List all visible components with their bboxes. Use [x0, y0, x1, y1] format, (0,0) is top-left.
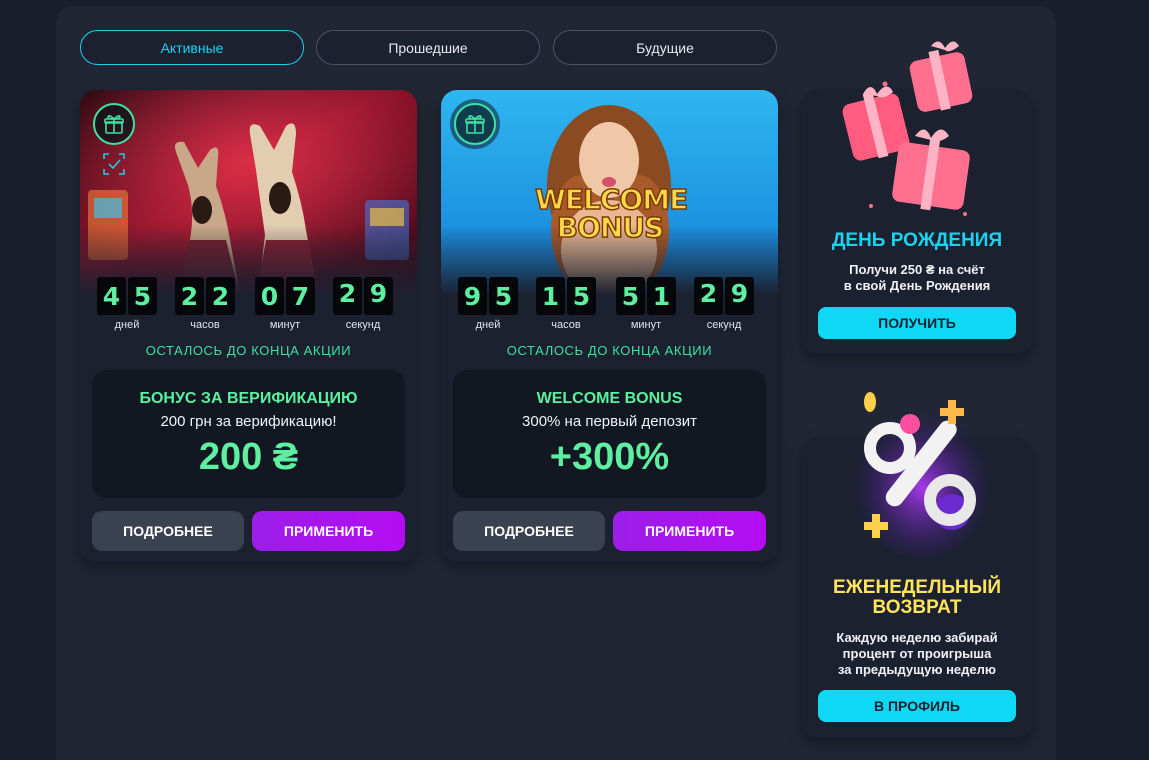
tab-past[interactable]: Прошедшие [316, 30, 540, 65]
timer-digit: 9 [725, 277, 754, 315]
weekly-title: ЕЖЕНЕДЕЛЬНЫЙ ВОЗВРАТ [832, 577, 1002, 618]
timer-minutes: 07 минут [254, 277, 316, 331]
timer-minutes: 51 минут [615, 277, 677, 331]
countdown-timer: 95 дней 15 часов 51 минут 29 секунд [457, 277, 762, 331]
gift-boxes-icon [842, 41, 973, 216]
timer-label: часов [190, 319, 220, 331]
ends-label: ОСТАЛОСЬ ДО КОНЦА АКЦИИ [145, 343, 352, 358]
birthday-title: ДЕНЬ РОЖДЕНИЯ [831, 230, 1003, 251]
promo-subtitle: 300% на первый депозит [522, 413, 697, 430]
timer-hours: 15 часов [535, 277, 597, 331]
gift-icon [93, 103, 135, 145]
promo-title: WELCOME BONUS [536, 390, 683, 407]
timer-label: дней [475, 319, 501, 331]
timer-digit: 2 [333, 277, 362, 315]
timer-digit: 1 [647, 277, 676, 315]
timer-label: дней [114, 319, 140, 331]
timer-digit: 4 [97, 277, 126, 315]
timer-label: часов [551, 319, 581, 331]
timer-seconds: 29 секунд [693, 277, 755, 331]
promo-subtitle: 200 грн за верификацию! [160, 413, 337, 430]
timer-digit: 9 [364, 277, 393, 315]
ends-label: ОСТАЛОСЬ ДО КОНЦА АКЦИИ [506, 343, 713, 358]
promo-card-verification: 45 дней 22 часов 07 минут 29 секунд ОСТА… [80, 90, 417, 562]
tab-upcoming[interactable]: Будущие [553, 30, 777, 65]
promo-info-box: БОНУС ЗА ВЕРИФИКАЦИЮ 200 грн за верифика… [92, 370, 405, 498]
weekly-description: Каждую неделю забирай процент от проигры… [836, 630, 998, 677]
timer-digit: 0 [255, 277, 284, 315]
timer-hours: 22 часов [174, 277, 236, 331]
details-button[interactable]: ПОДРОБНЕЕ [453, 511, 605, 551]
timer-digit: 7 [286, 277, 315, 315]
timer-label: минут [269, 319, 301, 331]
timer-digit: 5 [489, 277, 518, 315]
timer-days: 45 дней [96, 277, 158, 331]
promo-info-box: WELCOME BONUS 300% на первый депозит +30… [453, 370, 766, 498]
countdown-timer: 45 дней 22 часов 07 минут 29 секунд [96, 277, 401, 331]
timer-seconds: 29 секунд [332, 277, 394, 331]
promo-value: 200 ₴ [198, 436, 299, 478]
gift-icon [454, 103, 496, 145]
percent-cashback-icon [852, 392, 992, 558]
timer-digit: 1 [536, 277, 565, 315]
timer-digit: 2 [206, 277, 235, 315]
timer-label: секунд [706, 319, 742, 331]
tab-active[interactable]: Активные [80, 30, 304, 65]
promo-card-welcome: WELCOME BONUS 95 дней 15 часов 51 минут … [441, 90, 778, 562]
timer-digit: 9 [458, 277, 487, 315]
timer-label: секунд [345, 319, 381, 331]
promo-title: БОНУС ЗА ВЕРИФИКАЦИЮ [139, 390, 358, 407]
timer-digit: 5 [128, 277, 157, 315]
timer-digit: 2 [175, 277, 204, 315]
birthday-description: Получи 250 ₴ на счёт в свой День Рождени… [843, 262, 991, 293]
promo-value: +300% [549, 436, 670, 478]
timer-label: минут [630, 319, 662, 331]
go-to-profile-button[interactable]: В ПРОФИЛЬ [818, 690, 1016, 722]
apply-button[interactable]: ПРИМЕНИТЬ [613, 511, 766, 551]
scan-icon[interactable] [102, 152, 126, 181]
timer-digit: 2 [694, 277, 723, 315]
apply-button[interactable]: ПРИМЕНИТЬ [252, 511, 405, 551]
get-birthday-bonus-button[interactable]: ПОЛУЧИТЬ [818, 307, 1016, 339]
welcome-banner-text: WELCOME BONUS [534, 183, 689, 244]
promo-banner-image [80, 90, 417, 295]
promo-banner-image: WELCOME BONUS [441, 90, 778, 295]
timer-days: 95 дней [457, 277, 519, 331]
timer-digit: 5 [616, 277, 645, 315]
timer-digit: 5 [567, 277, 596, 315]
details-button[interactable]: ПОДРОБНЕЕ [92, 511, 244, 551]
